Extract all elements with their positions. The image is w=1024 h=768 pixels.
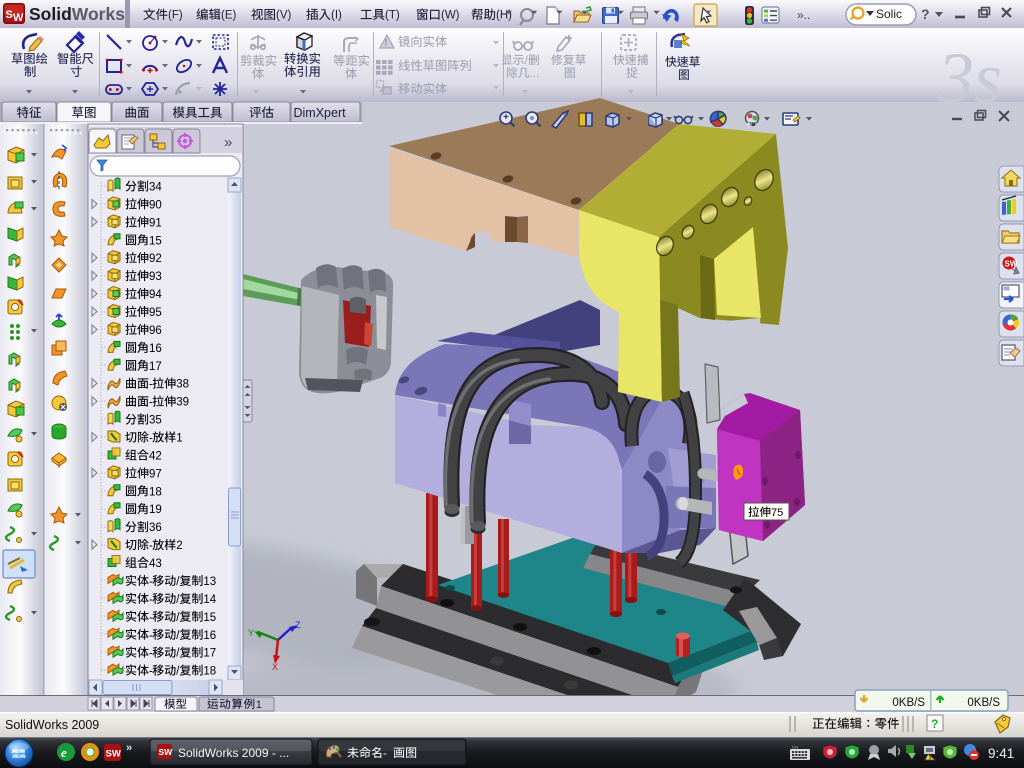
svg-text:1: 1 [256, 699, 262, 711]
svg-text:SolidWorks: SolidWorks [29, 4, 125, 24]
svg-text:90: 90 [149, 199, 162, 211]
svg-text:-: - [149, 576, 153, 588]
svg-text:-: - [149, 648, 153, 660]
svg-text:17: 17 [203, 648, 216, 660]
svg-text:(E): (E) [221, 10, 237, 22]
svg-text:Z: Z [295, 620, 301, 630]
svg-text:75: 75 [771, 507, 783, 519]
svg-text:(F): (F) [168, 10, 183, 22]
svg-text:!: ! [929, 757, 931, 763]
svg-text:18: 18 [149, 486, 162, 498]
svg-text:18: 18 [203, 666, 216, 678]
svg-text:(I): (I) [331, 10, 342, 22]
svg-text:»..: ».. [797, 8, 810, 22]
svg-text:-: - [149, 433, 153, 445]
svg-text:Solic: Solic [876, 7, 902, 21]
svg-text:97: 97 [149, 468, 162, 480]
svg-text:13: 13 [203, 576, 216, 588]
svg-text:92: 92 [149, 253, 162, 265]
svg-text:1: 1 [176, 433, 182, 445]
svg-text:34: 34 [149, 182, 162, 194]
svg-text:-: - [149, 379, 153, 391]
svg-text:17: 17 [149, 361, 162, 373]
svg-text:(W): (W) [441, 10, 460, 22]
svg-text:...: ... [530, 66, 540, 80]
svg-text:-: - [383, 746, 387, 760]
svg-text:Y: Y [248, 628, 254, 638]
svg-text:W: W [13, 12, 24, 24]
svg-text:!: ! [384, 38, 387, 49]
svg-text:-: - [149, 612, 153, 624]
svg-text:SW: SW [106, 749, 121, 760]
svg-text:93: 93 [149, 271, 162, 283]
svg-text:16: 16 [149, 343, 162, 355]
svg-text:S: S [6, 9, 13, 21]
svg-text:2: 2 [176, 540, 182, 552]
svg-text:96: 96 [149, 325, 162, 337]
svg-text:-: - [149, 540, 153, 552]
svg-text:36: 36 [149, 522, 162, 534]
svg-text:?: ? [921, 6, 930, 22]
svg-text:»: » [126, 742, 132, 754]
svg-text:SW: SW [159, 747, 174, 757]
svg-text:42: 42 [149, 450, 162, 462]
svg-text:-: - [149, 397, 153, 409]
svg-text:95: 95 [149, 307, 162, 319]
svg-text:91: 91 [149, 217, 162, 229]
svg-text:94: 94 [149, 289, 162, 301]
svg-text:SolidWorks 2009 - ...: SolidWorks 2009 - ... [178, 746, 289, 760]
svg-text:SolidWorks 2009: SolidWorks 2009 [5, 718, 99, 732]
svg-text:X: X [272, 662, 278, 672]
svg-text:39: 39 [176, 397, 189, 409]
svg-text:0KB/S: 0KB/S [967, 697, 1000, 709]
svg-text:43: 43 [149, 558, 162, 570]
svg-text:CH: CH [792, 745, 798, 750]
svg-text:»: » [224, 134, 232, 151]
svg-text:0KB/S: 0KB/S [892, 697, 925, 709]
svg-text:-: - [149, 666, 153, 678]
svg-text:15: 15 [149, 235, 162, 247]
svg-text:DimXpert: DimXpert [294, 106, 347, 120]
svg-text:(V): (V) [276, 10, 292, 22]
svg-text:15: 15 [203, 612, 216, 624]
svg-text:19: 19 [149, 504, 162, 516]
svg-text:(T): (T) [385, 10, 400, 22]
svg-text:14: 14 [203, 594, 216, 606]
svg-text:-: - [149, 594, 153, 606]
svg-text:16: 16 [203, 630, 216, 642]
svg-text:e: e [61, 745, 67, 760]
svg-text:-: - [149, 630, 153, 642]
svg-text:38: 38 [176, 379, 189, 391]
svg-text:?: ? [931, 717, 938, 731]
svg-text:35: 35 [149, 415, 162, 427]
svg-text:9:41: 9:41 [988, 746, 1014, 761]
